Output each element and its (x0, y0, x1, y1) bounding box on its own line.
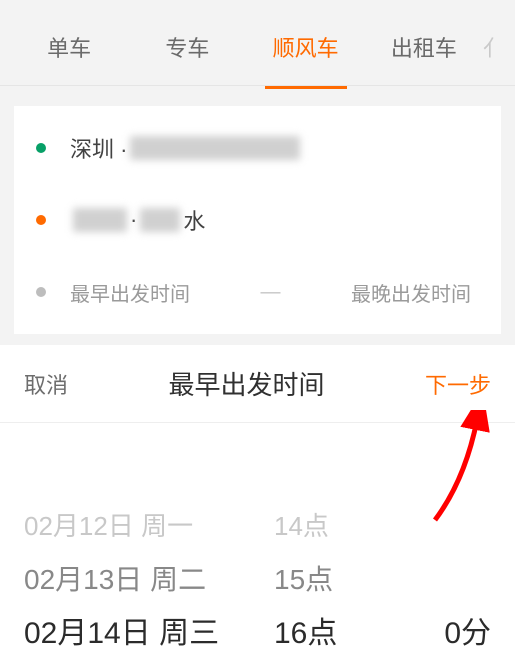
tab-chauffeur[interactable]: 专车 (128, 31, 246, 63)
time-picker[interactable]: 02月12日 周一 02月13日 周二 02月14日 周三 14点 15点 16… (0, 423, 515, 661)
hour-column[interactable]: 14点 15点 16点 (274, 423, 394, 661)
origin-text: 深圳 · (70, 132, 303, 164)
origin-dot-icon (36, 143, 46, 153)
next-button[interactable]: 下一步 (425, 368, 491, 400)
tab-taxi[interactable]: 出租车 (365, 31, 483, 63)
service-tabs: 单车 专车 顺风车 出租车 亻 (0, 8, 515, 86)
picker-header: 取消 最早出发时间 下一步 (0, 345, 515, 423)
picker-title: 最早出发时间 (168, 365, 324, 402)
date-column[interactable]: 02月12日 周一 02月13日 周二 02月14日 周三 (24, 423, 274, 661)
cancel-button[interactable]: 取消 (24, 368, 68, 400)
tab-bike[interactable]: 单车 (10, 31, 128, 63)
destination-row[interactable]: · 水 (14, 184, 501, 256)
destination-dot-icon (36, 215, 46, 225)
date-selected[interactable]: 02月14日 周三 (24, 607, 274, 661)
tab-more[interactable]: 亻 (483, 31, 505, 63)
tab-hitch[interactable]: 顺风车 (247, 31, 365, 63)
hour-selected[interactable]: 16点 (274, 607, 394, 661)
hour-option[interactable]: 15点 (274, 553, 394, 607)
minute-selected[interactable]: 0分 (444, 607, 491, 661)
hour-option[interactable]: 14点 (274, 499, 394, 553)
time-row[interactable]: 最早出发时间 — 最晚出发时间 (14, 256, 501, 328)
origin-row[interactable]: 深圳 · (14, 112, 501, 184)
earliest-time-label: 最早出发时间 (70, 278, 190, 307)
date-option[interactable]: 02月13日 周二 (24, 553, 274, 607)
clock-dot-icon (36, 287, 46, 297)
latest-time-label: 最晚出发时间 (351, 278, 479, 307)
minute-column[interactable]: 0分 (394, 423, 491, 661)
time-separator: — (261, 281, 281, 303)
date-option[interactable]: 02月12日 周一 (24, 499, 274, 553)
dimmed-background: 单车 专车 顺风车 出租车 亻 深圳 · · 水 最早出发时间 (0, 0, 515, 345)
destination-text: · 水 (70, 204, 205, 236)
trip-card: 深圳 · · 水 最早出发时间 — 最晚出发时间 (14, 106, 501, 334)
